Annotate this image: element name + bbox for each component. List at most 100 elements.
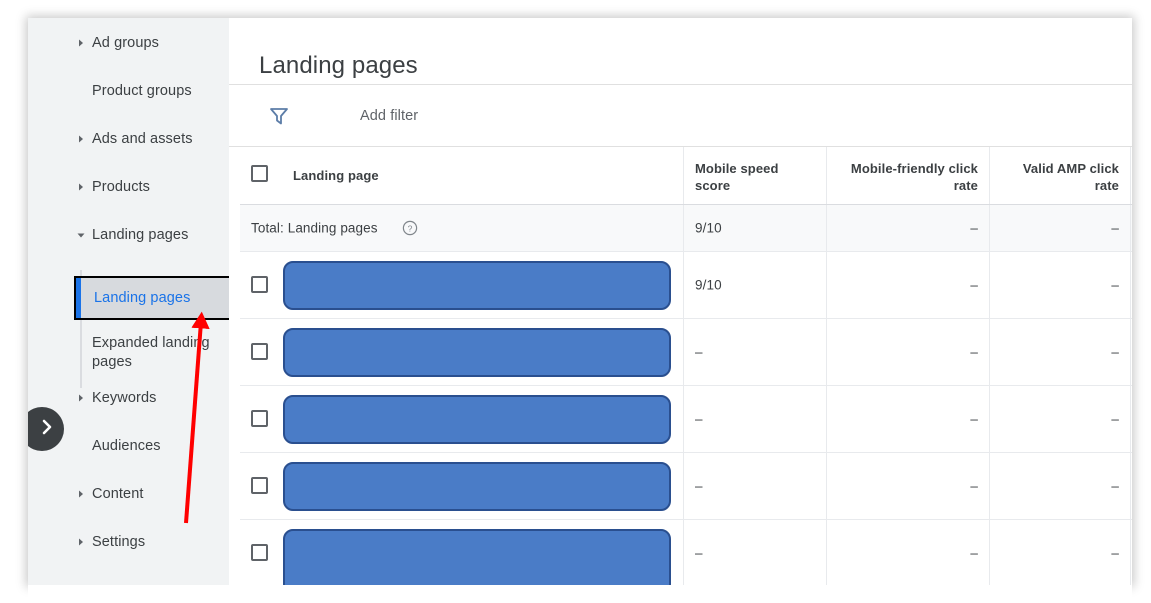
row-cell-landing-page[interactable]	[240, 453, 683, 519]
sidebar-selection-indicator	[76, 278, 81, 318]
sidebar-item-settings[interactable]: Settings	[28, 525, 229, 559]
add-filter-button[interactable]: Add filter	[360, 108, 418, 124]
column-header-label: Mobile-friendly click rate	[850, 161, 978, 193]
sidebar-item-label: Products	[92, 179, 151, 195]
chevron-right-icon[interactable]	[76, 134, 86, 144]
cell-value: –	[1111, 478, 1119, 494]
column-header-label: Valid AMP click rate	[1022, 161, 1119, 193]
row-select-checkbox[interactable]	[251, 544, 268, 561]
sidebar-item-product-groups[interactable]: Product groups	[28, 74, 229, 108]
chevron-right-icon[interactable]	[76, 537, 86, 547]
svg-text:?: ?	[408, 223, 413, 233]
filter-toolbar: Add filter	[229, 85, 1132, 147]
total-cell-overflow	[1130, 205, 1132, 251]
chevron-right-icon[interactable]	[76, 38, 86, 48]
total-cell-label: Total: Landing pages ?	[240, 205, 683, 251]
cell-value: –	[970, 545, 978, 561]
sidebar-item-label: Ads and assets	[92, 131, 193, 147]
header-cell-mobile-speed-score[interactable]: Mobile speed score	[683, 147, 826, 204]
row-select-checkbox[interactable]	[251, 276, 268, 293]
cell-value: –	[1111, 220, 1119, 236]
row-select-checkbox[interactable]	[251, 477, 268, 494]
column-header-label: Landing page	[293, 168, 379, 183]
redacted-landing-page-url	[283, 261, 671, 310]
landing-pages-table: Landing page Mobile speed score Mobile-f…	[240, 147, 1132, 585]
sidebar-item-landing-pages[interactable]: Landing pages	[74, 276, 229, 320]
sidebar-item-content[interactable]: Content	[28, 477, 229, 511]
row-cell-valid-amp-click-rate: –	[989, 453, 1130, 519]
header-cell-valid-amp-click-rate[interactable]: Valid AMP click rate	[989, 147, 1130, 204]
table-row[interactable]: – – –	[240, 520, 1132, 585]
main-content: Landing pages Add filter Landing page Mo…	[229, 18, 1132, 585]
cell-value: –	[970, 411, 978, 427]
row-cell-overflow	[1130, 520, 1132, 585]
sidebar-item-landing-pages-group[interactable]: Landing pages	[28, 218, 229, 252]
row-cell-overflow	[1130, 386, 1132, 452]
cell-value: –	[970, 478, 978, 494]
header-cell-overflow[interactable]	[1130, 147, 1132, 204]
row-cell-valid-amp-click-rate: –	[989, 386, 1130, 452]
row-cell-mobile-friendly-click-rate: –	[826, 252, 989, 318]
cell-value: –	[1111, 344, 1119, 360]
row-cell-mobile-speed-score: –	[683, 453, 826, 519]
table-row[interactable]: – – –	[240, 453, 1132, 520]
row-cell-landing-page[interactable]	[240, 520, 683, 585]
cell-value: –	[1111, 411, 1119, 427]
chevron-right-icon[interactable]	[76, 393, 86, 403]
cell-value: –	[970, 220, 978, 236]
row-cell-overflow	[1130, 252, 1132, 318]
sidebar-item-ad-groups[interactable]: Ad groups	[28, 26, 229, 60]
sidebar-item-label: Ad groups	[92, 35, 159, 51]
cell-value: –	[1111, 277, 1119, 293]
row-cell-mobile-speed-score: –	[683, 386, 826, 452]
row-cell-valid-amp-click-rate: –	[989, 520, 1130, 585]
cell-value: –	[695, 545, 703, 561]
row-cell-mobile-speed-score: –	[683, 319, 826, 385]
row-select-checkbox[interactable]	[251, 410, 268, 427]
total-row-label: Total: Landing pages	[251, 220, 378, 236]
cell-value: –	[695, 344, 703, 360]
redacted-landing-page-url	[283, 529, 671, 585]
table-header-row: Landing page Mobile speed score Mobile-f…	[240, 147, 1132, 205]
row-cell-valid-amp-click-rate: –	[989, 319, 1130, 385]
header-cell-mobile-friendly-click-rate[interactable]: Mobile-friendly click rate	[826, 147, 989, 204]
row-cell-mobile-friendly-click-rate: –	[826, 453, 989, 519]
cell-value: 9/10	[695, 220, 722, 236]
sidebar-item-label: Keywords	[92, 390, 157, 406]
cell-value: –	[970, 277, 978, 293]
table-row[interactable]: – – –	[240, 319, 1132, 386]
screenshot-root: Ad groups Product groups Ads and assets …	[0, 0, 1151, 603]
total-cell-mobile-friendly-click-rate: –	[826, 205, 989, 251]
select-all-checkbox[interactable]	[251, 165, 268, 182]
chevron-right-icon	[30, 419, 55, 440]
header-cell-landing-page[interactable]: Landing page	[240, 147, 683, 204]
sidebar-item-label: Settings	[92, 534, 146, 550]
row-cell-mobile-speed-score: 9/10	[683, 252, 826, 318]
redacted-landing-page-url	[283, 462, 671, 511]
sidebar-item-products[interactable]: Products	[28, 170, 229, 204]
cell-value: –	[970, 344, 978, 360]
page-title: Landing pages	[259, 52, 418, 80]
row-cell-landing-page[interactable]	[240, 252, 683, 318]
sidebar-item-ads-and-assets[interactable]: Ads and assets	[28, 122, 229, 156]
row-select-checkbox[interactable]	[251, 343, 268, 360]
table-row[interactable]: 9/10 – –	[240, 252, 1132, 319]
row-cell-landing-page[interactable]	[240, 319, 683, 385]
sidebar-item-label: Landing pages	[94, 290, 191, 306]
viewport-bottom-edge	[28, 585, 1132, 603]
redacted-landing-page-url	[283, 328, 671, 377]
sidebar-item-keywords[interactable]: Keywords	[28, 381, 229, 415]
row-cell-mobile-friendly-click-rate: –	[826, 520, 989, 585]
sidebar-item-expanded-landing-pages[interactable]: Expanded landing pages	[28, 328, 229, 376]
row-cell-valid-amp-click-rate: –	[989, 252, 1130, 318]
row-cell-landing-page[interactable]	[240, 386, 683, 452]
sidebar-item-label: Product groups	[92, 83, 192, 99]
chevron-down-icon[interactable]	[76, 230, 86, 240]
cell-value: –	[695, 478, 703, 494]
chevron-right-icon[interactable]	[76, 489, 86, 499]
chevron-right-icon[interactable]	[76, 182, 86, 192]
filter-funnel-icon[interactable]	[268, 105, 290, 127]
cell-value: –	[1111, 545, 1119, 561]
table-row[interactable]: – – –	[240, 386, 1132, 453]
help-circle-icon[interactable]: ?	[402, 220, 418, 236]
